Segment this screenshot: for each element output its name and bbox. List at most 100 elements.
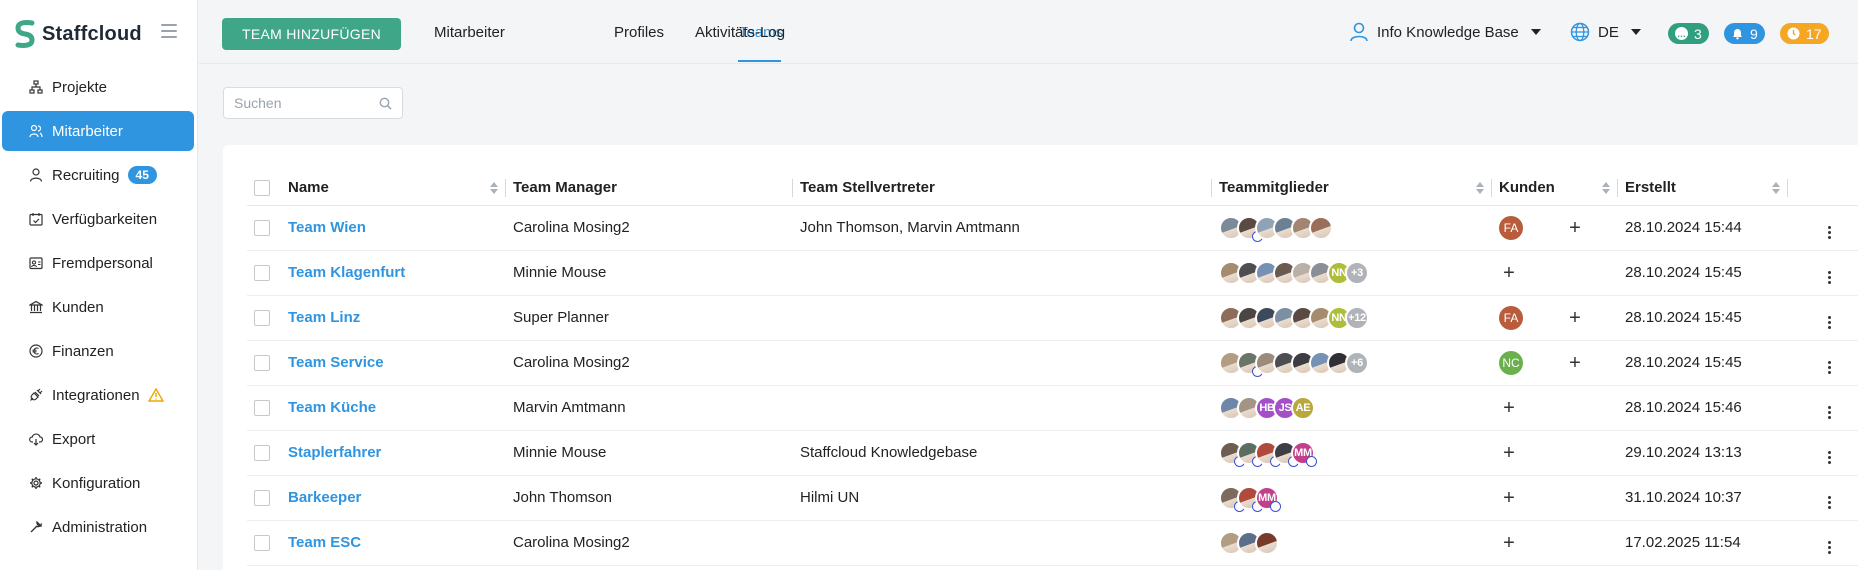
row-checkbox[interactable] [254, 220, 270, 237]
sidebar-item-integrationen[interactable]: Integrationen [2, 375, 194, 415]
team-name-link[interactable]: Team Küche [288, 399, 376, 416]
sidebar-item-label: Projekte [52, 78, 108, 96]
column-header-created[interactable]: Erstellt [1618, 171, 1788, 206]
row-checkbox[interactable] [254, 355, 270, 372]
tab-aktivitaets-log[interactable]: Aktivitäts-Log [695, 24, 785, 41]
sidebar-item-export[interactable]: Export [2, 419, 194, 459]
table-row[interactable]: Staplerfahrer Minnie Mouse Staffcloud Kn… [247, 430, 1858, 476]
member-avatar[interactable] [1309, 215, 1333, 240]
sidebar-item-verfuegbarkeiten[interactable]: Verfügbarkeiten [2, 199, 194, 239]
users-icon [28, 123, 44, 139]
staffcloud-logo[interactable]: Staffcloud [14, 18, 142, 50]
sidebar-item-konfiguration[interactable]: Konfiguration [2, 463, 194, 503]
search-placeholder: Suchen [234, 95, 282, 111]
tab-profiles[interactable]: Profiles [614, 24, 664, 41]
more-vertical-icon[interactable] [1824, 495, 1834, 510]
messages-counter[interactable]: … 3 [1668, 23, 1709, 44]
table-row[interactable]: Team Wien Carolina Mosing2 John Thomson,… [247, 205, 1858, 251]
more-vertical-icon[interactable] [1824, 405, 1834, 420]
table-row[interactable]: Team Linz Super Planner NN +12 FA + 28.10.… [247, 295, 1858, 341]
sort-icon[interactable] [1476, 182, 1484, 194]
customer-avatar[interactable]: FA [1499, 215, 1523, 240]
add-customer-icon[interactable]: + [1502, 443, 1516, 463]
more-vertical-icon[interactable] [1824, 225, 1834, 240]
team-name-cell: Staplerfahrer [281, 430, 506, 476]
select-all-checkbox[interactable] [254, 180, 270, 197]
sort-icon[interactable] [1602, 182, 1610, 194]
member-avatar[interactable]: MM [1255, 485, 1281, 512]
customers-cell: + [1492, 520, 1618, 566]
add-customer-icon[interactable]: + [1568, 218, 1582, 238]
more-vertical-icon[interactable] [1824, 270, 1834, 285]
team-name-link[interactable]: Barkeeper [288, 489, 361, 506]
team-name-link[interactable]: Team Wien [288, 219, 366, 236]
member-avatar[interactable]: AE [1291, 395, 1315, 420]
tab-mitarbeiter[interactable]: Mitarbeiter [434, 24, 505, 41]
more-vertical-icon[interactable] [1824, 540, 1834, 555]
sidebar-item-finanzen[interactable]: Finanzen [2, 331, 194, 371]
team-name-link[interactable]: Team ESC [288, 534, 361, 551]
sidebar-item-kunden[interactable]: Kunden [2, 287, 194, 327]
add-customer-icon[interactable]: + [1502, 398, 1516, 418]
row-checkbox[interactable] [254, 490, 270, 507]
sidebar-item-projekte[interactable]: Projekte [2, 67, 194, 107]
column-header-members[interactable]: Teammitglieder [1212, 171, 1492, 206]
team-name-link[interactable]: Staplerfahrer [288, 444, 381, 461]
table-row[interactable]: Team Klagenfurt Minnie Mouse NN +3 + 28.1… [247, 250, 1858, 296]
user-menu[interactable]: Info Knowledge Base [1349, 22, 1541, 42]
timers-counter[interactable]: 17 [1780, 23, 1829, 44]
table-row[interactable]: Team ESC Carolina Mosing2 + 17.02.2025 1… [247, 520, 1858, 566]
euro-icon [28, 343, 44, 359]
status-badge-icon [1306, 455, 1317, 467]
customer-avatar[interactable]: FA [1499, 305, 1523, 330]
select-all-cell [247, 171, 281, 206]
member-avatar[interactable]: +3 [1345, 260, 1369, 285]
search-input[interactable]: Suchen [223, 87, 403, 119]
table-row[interactable]: Team Küche Marvin Amtmann HB JS AE + 28.10… [247, 385, 1858, 431]
row-checkbox[interactable] [254, 535, 270, 552]
sidebar-item-administration[interactable]: Administration [2, 507, 194, 547]
member-avatar-group: HB JS AE [1219, 395, 1485, 420]
team-name-link[interactable]: Team Service [288, 354, 384, 371]
customer-avatar[interactable]: NC [1499, 350, 1523, 375]
more-vertical-icon[interactable] [1824, 360, 1834, 375]
row-checkbox[interactable] [254, 265, 270, 282]
member-avatar-group: MM [1219, 485, 1485, 512]
customers-cell: FA + [1492, 205, 1618, 251]
team-members-cell [1212, 205, 1492, 251]
more-vertical-icon[interactable] [1824, 450, 1834, 465]
member-avatar[interactable]: +6 [1345, 350, 1369, 375]
sort-icon[interactable] [490, 182, 498, 194]
add-customer-icon[interactable]: + [1502, 533, 1516, 553]
team-name-link[interactable]: Team Klagenfurt [288, 264, 405, 281]
table-row[interactable]: Barkeeper John Thomson Hilmi UN MM + 31.… [247, 475, 1858, 521]
menu-toggle-icon[interactable] [161, 24, 177, 38]
language-selector[interactable]: DE [1570, 22, 1641, 42]
row-checkbox[interactable] [254, 400, 270, 417]
add-team-button[interactable]: TEAM HINZUFÜGEN [222, 18, 401, 50]
sidebar-item-mitarbeiter[interactable]: Mitarbeiter [2, 111, 194, 151]
column-header-customers[interactable]: Kunden [1492, 171, 1618, 206]
member-avatar[interactable]: MM [1291, 440, 1317, 467]
sort-icon[interactable] [1772, 182, 1780, 194]
teams-table: Name Team Manager Team Stellvertreter Te… [247, 171, 1858, 566]
sidebar-item-fremdpersonal[interactable]: Fremdpersonal [2, 243, 194, 283]
add-customer-icon[interactable]: + [1568, 353, 1582, 373]
team-members-cell [1212, 520, 1492, 566]
team-name-link[interactable]: Team Linz [288, 309, 360, 326]
table-header-row: Name Team Manager Team Stellvertreter Te… [247, 171, 1858, 206]
team-manager-cell: Minnie Mouse [506, 430, 793, 476]
sidebar-item-label: Finanzen [52, 342, 114, 360]
column-header-name[interactable]: Name [281, 171, 506, 206]
add-customer-icon[interactable]: + [1502, 263, 1516, 283]
row-checkbox[interactable] [254, 445, 270, 462]
add-customer-icon[interactable]: + [1568, 308, 1582, 328]
more-vertical-icon[interactable] [1824, 315, 1834, 330]
add-customer-icon[interactable]: + [1502, 488, 1516, 508]
row-checkbox[interactable] [254, 310, 270, 327]
sidebar-item-recruiting[interactable]: Recruiting 45 [2, 155, 194, 195]
notifications-counter[interactable]: 9 [1724, 23, 1765, 44]
member-avatar[interactable] [1255, 530, 1279, 555]
table-row[interactable]: Team Service Carolina Mosing2 +6 NC + 28.… [247, 340, 1858, 386]
member-avatar[interactable]: +12 [1345, 305, 1369, 330]
